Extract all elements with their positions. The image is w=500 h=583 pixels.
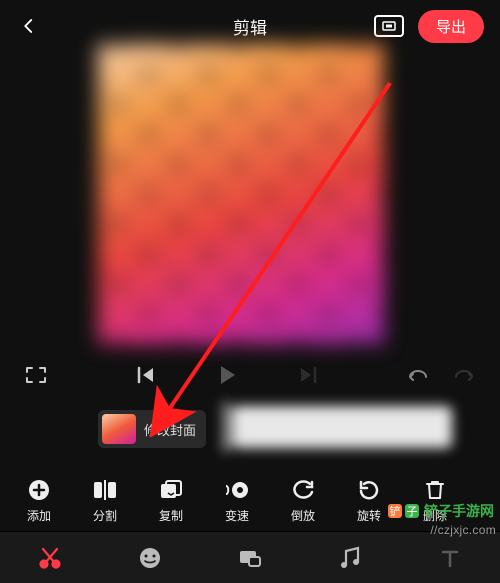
page-title: 剪辑: [233, 14, 267, 39]
tool-label: 添加: [27, 507, 51, 524]
watermark-brand: 铲 子 铲子手游网: [388, 501, 494, 521]
delete-icon: [422, 477, 448, 503]
back-button[interactable]: [16, 13, 42, 39]
nav-cut[interactable]: [33, 541, 67, 575]
video-preview[interactable]: [98, 44, 384, 344]
copy-icon: [158, 477, 184, 503]
nav-sticker[interactable]: [133, 541, 167, 575]
watermark-url: //czjxjc.com: [430, 523, 496, 537]
tool-label: 复制: [159, 507, 183, 524]
nav-pip[interactable]: [233, 541, 267, 575]
playback-controls: [0, 354, 500, 400]
fullscreen-button[interactable]: [24, 365, 48, 390]
nav-text[interactable]: [433, 541, 467, 575]
tool-speed[interactable]: 变速: [204, 477, 270, 524]
tool-label: 分割: [93, 507, 117, 524]
watermark-brand-text: 铲子手游网: [424, 501, 494, 521]
export-button[interactable]: 导出: [418, 10, 484, 43]
edit-toolbar: 添加 分割 复制 变速 倒放: [0, 470, 500, 530]
timeline[interactable]: 修改封面: [0, 400, 500, 460]
prev-frame-button[interactable]: [135, 365, 157, 390]
tool-split[interactable]: 分割: [72, 477, 138, 524]
add-icon: [26, 477, 52, 503]
nav-music[interactable]: [333, 541, 367, 575]
redo-button[interactable]: [452, 365, 476, 390]
edit-cover-label: 修改封面: [144, 420, 196, 439]
undo-button[interactable]: [406, 365, 430, 390]
play-button[interactable]: [217, 364, 237, 391]
tool-label: 旋转: [357, 507, 381, 524]
bottom-nav: [0, 531, 500, 583]
tool-label: 倒放: [291, 507, 315, 524]
rotate-icon: [356, 477, 382, 503]
edit-cover-button[interactable]: 修改封面: [98, 410, 206, 448]
tool-reverse[interactable]: 倒放: [270, 477, 336, 524]
split-icon: [92, 477, 118, 503]
tool-add[interactable]: 添加: [6, 477, 72, 524]
tool-label: 变速: [225, 507, 249, 524]
timeline-clip[interactable]: [232, 406, 452, 448]
speed-icon: [224, 477, 250, 503]
next-frame-button[interactable]: [297, 365, 319, 390]
aspect-ratio-button[interactable]: [374, 15, 404, 37]
cover-thumbnail: [102, 414, 136, 444]
tool-copy[interactable]: 复制: [138, 477, 204, 524]
reverse-icon: [290, 477, 316, 503]
